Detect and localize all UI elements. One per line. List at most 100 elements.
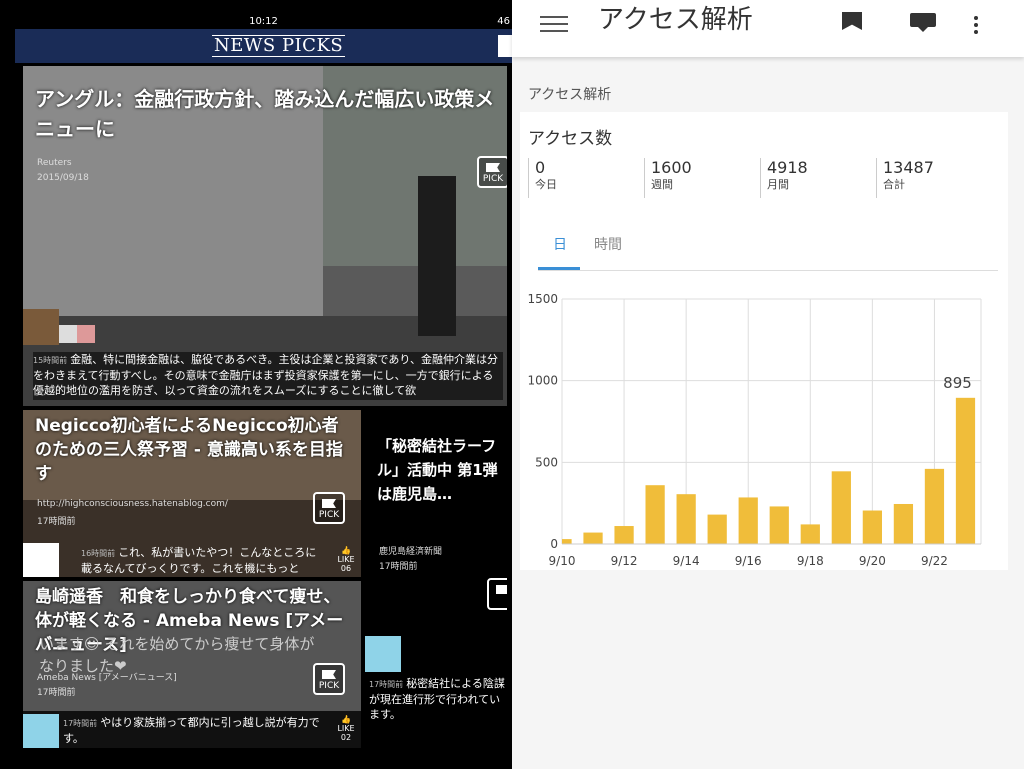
avatar[interactable] xyxy=(77,325,95,343)
news-card-1[interactable]: アングル：金融行政方針、踏み込んだ幅広い政策メニューに Reuters 2015… xyxy=(23,66,507,406)
news-source: Reuters xyxy=(37,158,72,168)
x-tick-label: 9/14 xyxy=(673,554,700,568)
bar xyxy=(614,526,634,544)
pick-comment: 15時間前 金融、特に間接金融は、脇役であるべき。主役は企業と投資家であり、金融仲… xyxy=(33,352,503,400)
comment-time: 17時間前 xyxy=(369,680,404,689)
app-title: アクセス解析 xyxy=(598,5,753,35)
stat-week: 1600 週間 xyxy=(644,158,692,198)
news-date: 17時間前 xyxy=(37,688,76,698)
tab-hour[interactable]: 時間 xyxy=(594,234,622,254)
stat-value: 1600 xyxy=(651,158,692,177)
access-panel: アクセス数 0 今日 1600 週間 4918 月間 13487 合計 日 時間… xyxy=(520,112,1008,570)
data-label: 895 xyxy=(943,374,972,392)
flag-icon xyxy=(322,670,336,679)
tab-day[interactable]: 日 xyxy=(553,234,567,254)
section-label: アクセス解析 xyxy=(528,87,612,103)
stat-label: 合計 xyxy=(883,178,905,191)
news-source: Ameba News [アメーバニュース] xyxy=(37,673,177,683)
flag-icon xyxy=(496,585,507,594)
bar xyxy=(924,468,945,544)
hamburger-menu-icon[interactable] xyxy=(540,16,568,32)
pick-button[interactable]: PICK xyxy=(313,492,345,524)
stat-value: 4918 xyxy=(767,158,808,177)
like-label: LIKE xyxy=(337,555,355,564)
bar xyxy=(583,532,603,544)
flag-icon xyxy=(486,163,500,172)
stats-title: アクセス数 xyxy=(528,129,613,149)
newspicks-header: NEWS PICKS xyxy=(15,29,512,63)
app-bar: アクセス解析 xyxy=(512,0,1024,57)
x-tick-label: 9/22 xyxy=(921,554,948,568)
bar xyxy=(562,539,572,544)
avatar[interactable] xyxy=(59,325,77,343)
news-title: Negicco初心者によるNegicco初心者のための三人祭予習 - 意識高い系… xyxy=(35,416,343,484)
stat-today: 0 今日 xyxy=(528,158,557,198)
news-title: アングル：金融行政方針、踏み込んだ幅広い政策メニューに xyxy=(35,87,495,141)
more-vert-icon[interactable] xyxy=(974,16,978,37)
newspicks-logo: NEWS PICKS xyxy=(212,35,346,57)
comment-text: やはり家族揃って都内に引っ越し説が有力です。 xyxy=(63,716,320,745)
battery-level: 46 xyxy=(497,16,510,27)
comment-time: 15時間前 xyxy=(33,356,68,365)
bar xyxy=(955,397,976,544)
comment-time: 17時間前 xyxy=(63,719,98,728)
analytics-screen: アクセス解析 アクセス解析 アクセス数 0 今日 1600 週間 4918 月間… xyxy=(512,0,1024,769)
news-date: 17時間前 xyxy=(379,562,418,572)
pick-comment: 17時間前 やはり家族揃って都内に引っ越し説が有力です。 xyxy=(63,715,327,747)
bar xyxy=(862,510,882,544)
comment-text: 金融、特に間接金融は、脇役であるべき。主役は企業と投資家であり、金融仲介業は分を… xyxy=(33,353,498,397)
news-card-3[interactable]: 「秘密結社ラーフル」活動中 第1弾は鹿児島… 鹿児島経済新聞 17時間前 17時… xyxy=(365,410,507,748)
like-count: 02 xyxy=(340,733,352,742)
like-label: LIKE xyxy=(337,724,355,733)
pick-comment: 17時間前 秘密結社による陰謀が現在進行形で行われています。 xyxy=(369,676,505,736)
stat-label: 今日 xyxy=(535,178,557,191)
bar xyxy=(769,506,789,544)
pick-button[interactable] xyxy=(487,578,507,610)
comment-icon[interactable] xyxy=(910,13,936,32)
y-tick-label: 0 xyxy=(550,537,558,551)
pick-label: PICK xyxy=(318,681,340,691)
pick-comment: 16時間前 これ、私が書いたやつ！こんなところに載るなんてびっくりです。これを機に… xyxy=(81,545,327,577)
like-button[interactable]: 👍 LIKE 06 xyxy=(335,546,357,573)
status-time: 10:12 xyxy=(249,16,278,27)
news-card-2[interactable]: Negicco初心者によるNegicco初心者のための三人祭予習 - 意識高い系… xyxy=(23,410,361,577)
stat-value: 13487 xyxy=(883,158,934,177)
x-tick-label: 9/12 xyxy=(611,554,638,568)
daily-access-chart: 0 500 1000 1500 9/10 9/12 9/14 9/16 9/18 9/20 9/22… xyxy=(527,292,982,568)
stat-value: 0 xyxy=(535,158,546,177)
news-date: 17時間前 xyxy=(37,517,76,527)
status-bar: 10:12 46 xyxy=(15,15,512,29)
news-source: 鹿児島経済新聞 xyxy=(379,547,443,557)
stat-label: 週間 xyxy=(651,178,673,191)
bar xyxy=(831,471,851,544)
like-count: 06 xyxy=(340,564,352,573)
y-tick-label: 1000 xyxy=(527,374,558,388)
x-tick-label: 9/18 xyxy=(797,554,824,568)
bar xyxy=(707,514,727,544)
like-button[interactable]: 👍 LIKE 02 xyxy=(335,715,357,742)
thumbs-up-icon: 👍 xyxy=(341,546,351,555)
stat-label: 月間 xyxy=(767,178,789,191)
news-title: 「秘密結社ラーフル」活動中 第1弾は鹿児島… xyxy=(377,437,498,503)
news-card-4[interactable]: 島崎遥香 和食をしっかり食べて痩せ、体が軽くなる - Ameba News [ア… xyxy=(23,581,361,748)
x-tick-label: 9/16 xyxy=(735,554,762,568)
avatar[interactable] xyxy=(23,714,59,748)
bar xyxy=(676,494,696,544)
bar xyxy=(800,524,820,544)
avatar[interactable] xyxy=(365,636,401,672)
pick-button[interactable]: PICK xyxy=(477,156,507,188)
avatar[interactable] xyxy=(23,543,59,577)
flag-icon xyxy=(322,499,336,508)
bookmark-icon[interactable] xyxy=(842,12,862,30)
comment-text: これ、私が書いたやつ！こんなところに載るなんてびっくりです。これを機にもっと xyxy=(81,546,317,575)
stat-total: 13487 合計 xyxy=(876,158,934,198)
pick-button[interactable]: PICK xyxy=(313,663,345,695)
y-tick-label: 1500 xyxy=(527,292,558,306)
news-source: http://highconsciousness.hatenablog.com/ xyxy=(37,499,228,509)
comment-time: 16時間前 xyxy=(81,549,116,558)
avatar[interactable] xyxy=(23,309,59,345)
newspicks-screen: 10:12 46 NEWS PICKS アングル：金融行政方針、踏み込んだ幅広い… xyxy=(0,0,512,769)
stat-month: 4918 月間 xyxy=(760,158,808,198)
pick-label: PICK xyxy=(482,174,504,184)
tab-divider xyxy=(538,270,998,271)
